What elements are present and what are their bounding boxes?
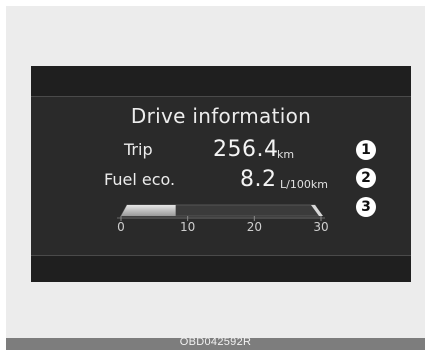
gauge-tick-label: 10: [180, 220, 196, 234]
trip-value: 256.4: [213, 137, 279, 162]
trip-unit: km: [277, 148, 295, 161]
gauge-fill: [121, 205, 176, 216]
fuel-eco-label: Fuel eco.: [104, 170, 176, 189]
figure-caption: OBD042592R: [179, 336, 252, 348]
caption-bar: OBD042592R: [6, 336, 425, 350]
gauge-tick-label: 20: [246, 220, 262, 234]
marker-3-icon: 3: [356, 197, 376, 217]
gauge-tick-label: 30: [313, 220, 329, 234]
cluster-display: Drive information Trip 256.4 km 1 Fuel e…: [31, 66, 411, 282]
gauge-tick-label: 0: [117, 220, 125, 234]
display-top-band: [31, 66, 411, 97]
display-bottom-band: [31, 255, 411, 282]
fuel-eco-value: 8.2: [240, 167, 277, 192]
trip-label: Trip: [124, 140, 153, 159]
gauge-tick-labels: 0 10 20 30: [115, 220, 329, 238]
marker-2-icon: 2: [356, 168, 376, 188]
marker-1-icon: 1: [356, 140, 376, 160]
fuel-eco-unit: L/100km: [280, 178, 328, 191]
screen-title: Drive information: [130, 104, 312, 128]
fuel-gauge: [115, 200, 327, 222]
fuel-gauge-graphic: [117, 204, 325, 221]
